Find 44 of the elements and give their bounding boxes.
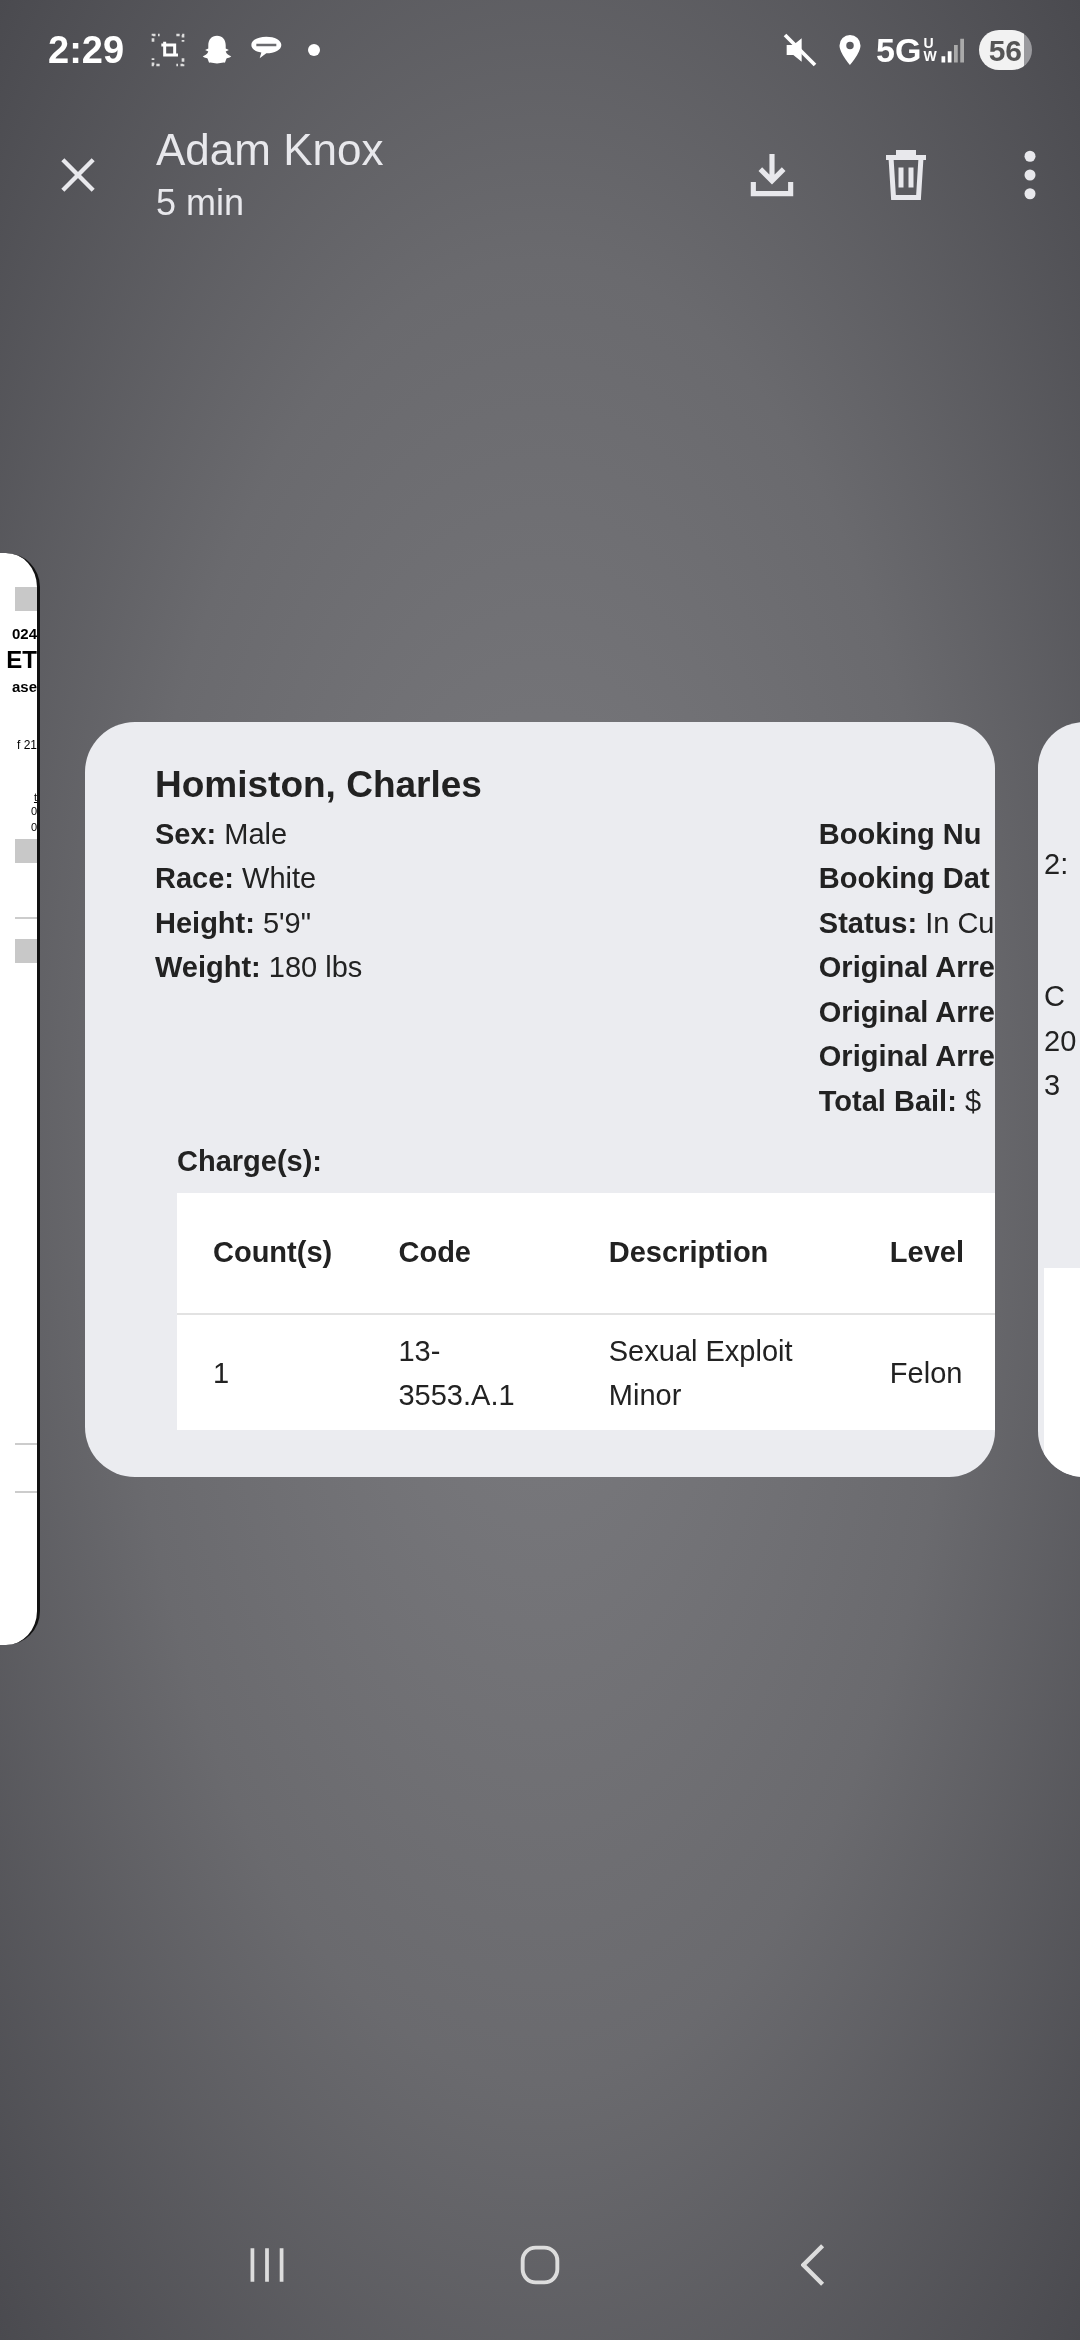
record-field: Sex: Male	[155, 811, 819, 856]
column-header: Code	[398, 1235, 472, 1271]
record-field: 2:	[1044, 841, 1080, 886]
record-field: C	[1044, 974, 1080, 1019]
table-cell-text: Felon	[889, 1355, 963, 1391]
record-field: 3	[1044, 1063, 1080, 1108]
record-field: Original Arre	[818, 1034, 995, 1079]
battery-indicator: 56	[978, 30, 1032, 70]
sender-name: Adam Knox	[156, 124, 385, 176]
network-type: 5G	[876, 29, 922, 71]
record-field: Booking Nu	[818, 811, 995, 856]
document-text: ET	[6, 645, 37, 675]
document-text: f 21	[17, 737, 37, 754]
person-name: Homiston, Charles	[155, 762, 483, 807]
table-cell-text: 13- 3553.A.1	[398, 1333, 515, 1413]
timestamp: 5 min	[156, 181, 246, 225]
record-field: 20	[1044, 1018, 1080, 1063]
document-text: 0	[30, 804, 37, 819]
redaction-bar	[15, 587, 37, 611]
table-cell-text: Sexual Exploit Minor	[608, 1333, 793, 1413]
back-icon	[801, 2243, 826, 2287]
document-text: ase	[11, 677, 37, 697]
section-label: Charge(s):	[177, 1144, 323, 1179]
column-header: Count(s)	[213, 1235, 334, 1271]
column-header: Level	[889, 1235, 965, 1271]
redaction-bar	[15, 839, 37, 863]
record-field: Booking Dat	[818, 856, 995, 901]
document-text: t	[33, 791, 37, 803]
record-field: Status: In Cu	[818, 900, 995, 945]
record-field: Original Arre	[818, 945, 995, 990]
record-field: Race: White	[155, 856, 819, 901]
record-field: Weight: 180 lbs	[155, 945, 819, 990]
more-icon	[1023, 150, 1037, 200]
network-label: W	[923, 50, 937, 63]
record-field: Height: 5'9"	[155, 900, 819, 945]
column-header: Description	[608, 1235, 770, 1271]
network-label: U	[923, 37, 935, 50]
record-field: Total Bail: $	[818, 1078, 995, 1123]
record-field: Original Arre	[818, 989, 995, 1034]
document-text: 024	[11, 624, 37, 644]
document-text: 0	[30, 820, 37, 835]
redaction-bar	[15, 939, 37, 963]
table-cell-text: 1	[213, 1355, 230, 1391]
clock-time: 2:29	[48, 27, 125, 73]
